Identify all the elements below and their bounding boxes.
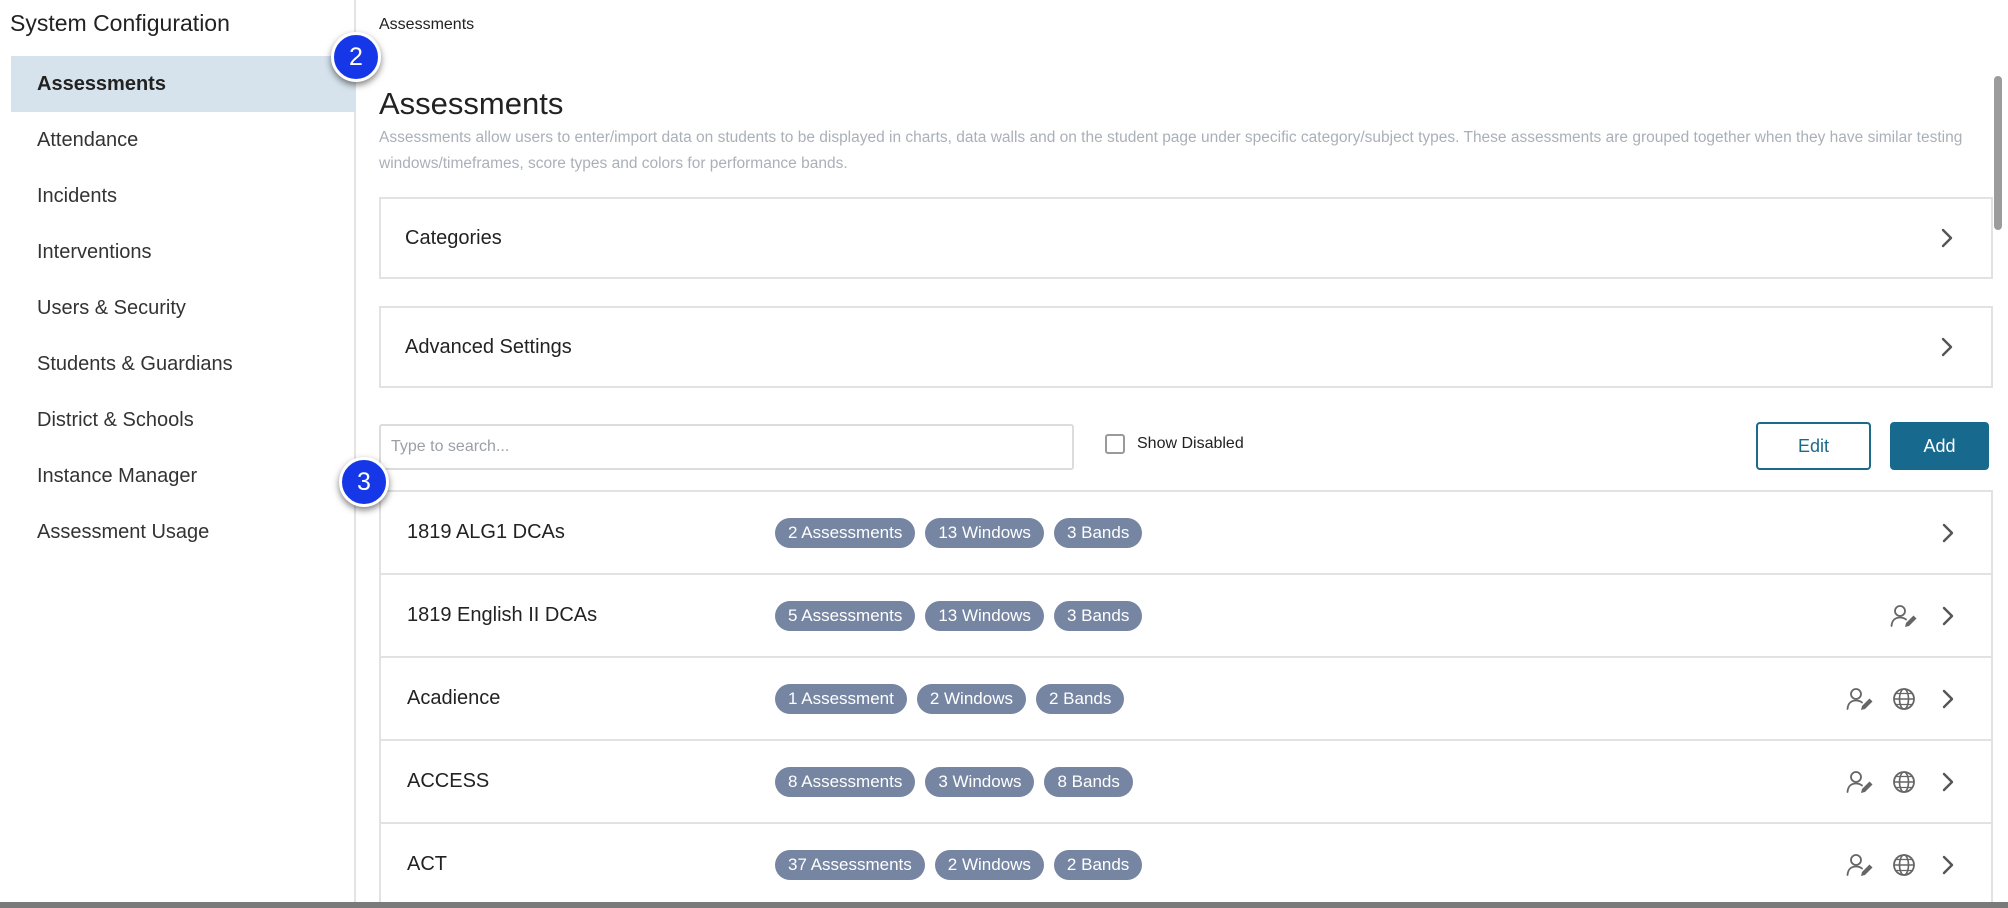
assessment-group-name: ACT <box>407 853 447 875</box>
page-title: Assessments <box>379 86 564 121</box>
add-button[interactable]: Add <box>1890 422 1989 470</box>
sidebar-item-interventions[interactable]: Interventions <box>11 224 356 280</box>
assessment-group-stats: 5 Assessments 13 Windows 3 Bands <box>775 601 1143 631</box>
list-item[interactable]: ACCESS 8 Assessments 3 Windows 8 Bands <box>381 741 1991 824</box>
categories-label: Categories <box>405 226 502 249</box>
user-edit-icon[interactable] <box>1845 767 1875 797</box>
globe-icon[interactable] <box>1889 767 1919 797</box>
assessments-count-pill: 5 Assessments <box>775 601 916 631</box>
windows-count-pill: 3 Windows <box>925 767 1035 797</box>
list-item[interactable]: 1819 English II DCAs 5 Assessments 13 Wi… <box>381 575 1991 658</box>
chevron-right-icon[interactable] <box>1933 850 1963 880</box>
sidebar-item-incidents[interactable]: Incidents <box>11 168 356 224</box>
row-actions <box>1875 575 1963 656</box>
user-edit-icon[interactable] <box>1845 850 1875 880</box>
chevron-right-icon <box>1933 333 1961 361</box>
list-item[interactable]: ACT 37 Assessments 2 Windows 2 Bands <box>381 824 1991 907</box>
row-actions <box>1919 492 1963 573</box>
assessment-group-name: 1819 ALG1 DCAs <box>407 521 565 543</box>
chevron-right-icon[interactable] <box>1933 601 1963 631</box>
sidebar-item-users-security[interactable]: Users & Security <box>11 280 356 336</box>
chevron-right-icon <box>1933 224 1961 252</box>
bands-count-pill: 2 Bands <box>1035 684 1125 714</box>
assessments-count-pill: 8 Assessments <box>775 767 916 797</box>
assessment-group-name: Acadience <box>407 687 501 709</box>
assessment-group-list: 1819 ALG1 DCAs 2 Assessments 13 Windows … <box>379 490 1993 907</box>
callout-badge-2: 2 <box>331 32 381 82</box>
search-input[interactable] <box>379 424 1074 470</box>
window-bottom-edge <box>0 902 2008 908</box>
sidebar-item-assessment-usage[interactable]: Assessment Usage <box>11 504 356 560</box>
assessments-count-pill: 1 Assessment <box>775 684 907 714</box>
list-item[interactable]: Acadience 1 Assessment 2 Windows 2 Bands <box>381 658 1991 741</box>
chevron-right-icon[interactable] <box>1933 767 1963 797</box>
page-description: Assessments allow users to enter/import … <box>379 129 1963 172</box>
user-edit-icon[interactable] <box>1845 684 1875 714</box>
show-disabled-label: Show Disabled <box>1137 435 1244 452</box>
sidebar-item-instance-manager[interactable]: Instance Manager <box>11 448 356 504</box>
bands-count-pill: 3 Bands <box>1053 518 1143 548</box>
sidebar-title: System Configuration <box>10 10 230 36</box>
chevron-right-icon[interactable] <box>1933 684 1963 714</box>
row-actions <box>1831 824 1963 905</box>
windows-count-pill: 2 Windows <box>916 684 1026 714</box>
bands-count-pill: 8 Bands <box>1044 767 1133 797</box>
assessment-group-stats: 8 Assessments 3 Windows 8 Bands <box>775 767 1133 797</box>
row-actions <box>1831 741 1963 822</box>
assessment-group-name: ACCESS <box>407 770 490 792</box>
sidebar: System Configuration Assessments Attenda… <box>0 0 356 902</box>
show-disabled-checkbox[interactable] <box>1105 434 1125 454</box>
globe-icon[interactable] <box>1889 850 1919 880</box>
chevron-right-icon[interactable] <box>1933 518 1963 548</box>
sidebar-item-district-schools[interactable]: District & Schools <box>11 392 356 448</box>
sidebar-item-attendance[interactable]: Attendance <box>11 112 356 168</box>
assessments-count-pill: 37 Assessments <box>775 850 925 880</box>
advanced-settings-label: Advanced Settings <box>405 335 572 358</box>
advanced-settings-panel[interactable]: Advanced Settings <box>379 306 1993 388</box>
assessments-count-pill: 2 Assessments <box>775 518 916 548</box>
edit-button[interactable]: Edit <box>1756 422 1871 470</box>
assessment-group-stats: 2 Assessments 13 Windows 3 Bands <box>775 518 1143 548</box>
sidebar-item-assessments[interactable]: Assessments <box>11 56 356 112</box>
assessment-group-stats: 1 Assessment 2 Windows 2 Bands <box>775 684 1125 714</box>
bands-count-pill: 2 Bands <box>1053 850 1143 880</box>
list-item[interactable]: 1819 ALG1 DCAs 2 Assessments 13 Windows … <box>381 492 1991 575</box>
bands-count-pill: 3 Bands <box>1053 601 1143 631</box>
sidebar-nav: Assessments Attendance Incidents Interve… <box>11 56 356 560</box>
sidebar-item-students-guardians[interactable]: Students & Guardians <box>11 336 356 392</box>
windows-count-pill: 2 Windows <box>934 850 1044 880</box>
windows-count-pill: 13 Windows <box>925 601 1044 631</box>
windows-count-pill: 13 Windows <box>925 518 1044 548</box>
scrollbar-thumb[interactable] <box>1994 76 2002 230</box>
row-actions <box>1831 658 1963 739</box>
assessment-group-stats: 37 Assessments 2 Windows 2 Bands <box>775 850 1143 880</box>
show-disabled-toggle[interactable]: Show Disabled <box>1105 434 1244 454</box>
user-edit-icon[interactable] <box>1889 601 1919 631</box>
breadcrumb: Assessments <box>379 16 475 33</box>
assessment-group-name: 1819 English II DCAs <box>407 604 598 626</box>
categories-panel[interactable]: Categories <box>379 197 1993 279</box>
globe-icon[interactable] <box>1889 684 1919 714</box>
callout-badge-3: 3 <box>339 457 389 507</box>
